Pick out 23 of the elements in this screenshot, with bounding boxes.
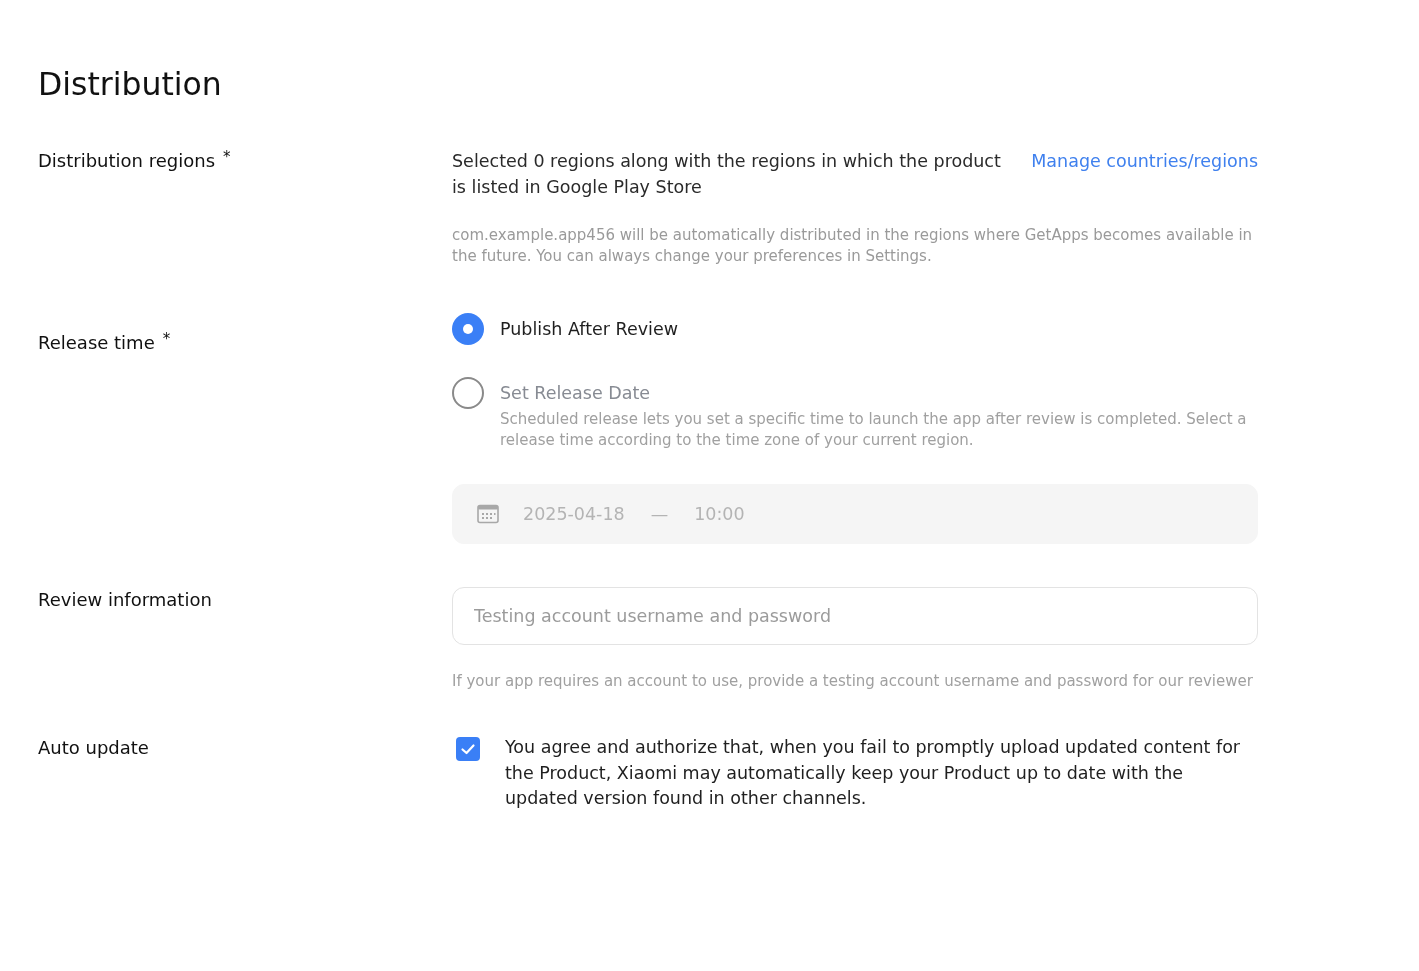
- date-value: 2025-04-18: [523, 504, 625, 524]
- review-hint: If your app requires an account to use, provide a testing account username and password for our reviewer: [452, 671, 1254, 692]
- regions-summary: Selected 0 regions along with the regions in which the product is listed in Google Play Store: [452, 150, 1002, 199]
- field-label: Distribution regions: [38, 149, 216, 173]
- option-description: Scheduled release lets you set a specific time to launch the app after review is completed. Select a release time according to the time zone of your current region.: [500, 409, 1248, 451]
- radio-button[interactable]: [452, 313, 484, 345]
- field-label: Release time: [38, 331, 155, 355]
- calendar-icon: [477, 504, 499, 524]
- range-separator: —: [650, 504, 669, 524]
- field-label: Auto update: [38, 736, 149, 760]
- radio-label[interactable]: Publish After Review: [500, 313, 678, 345]
- distribution-note: com.example.app456 will be automatically distributed in the regions where GetApps becomes available in the future. You can always change your preferences in Settings.: [452, 225, 1254, 267]
- auto-update-consent: You agree and authorize that, when you fail to promptly upload updated content for the Product, Xiaomi may automatically keep your Product up to date with the updated version found in other channels.: [505, 736, 1242, 810]
- radio-label[interactable]: Set Release Date: [500, 377, 651, 409]
- manage-regions-link[interactable]: Manage countries/regions: [1031, 148, 1258, 174]
- time-value: 10:00: [694, 504, 745, 524]
- review-account-input[interactable]: Testing account username and password: [452, 587, 1258, 645]
- page-title: Distribution: [38, 65, 222, 104]
- radio-button[interactable]: [452, 377, 484, 409]
- checkbox[interactable]: [456, 737, 480, 761]
- required-asterisk: *: [162, 330, 171, 348]
- required-asterisk: *: [223, 148, 231, 166]
- field-label: Review information: [38, 588, 212, 612]
